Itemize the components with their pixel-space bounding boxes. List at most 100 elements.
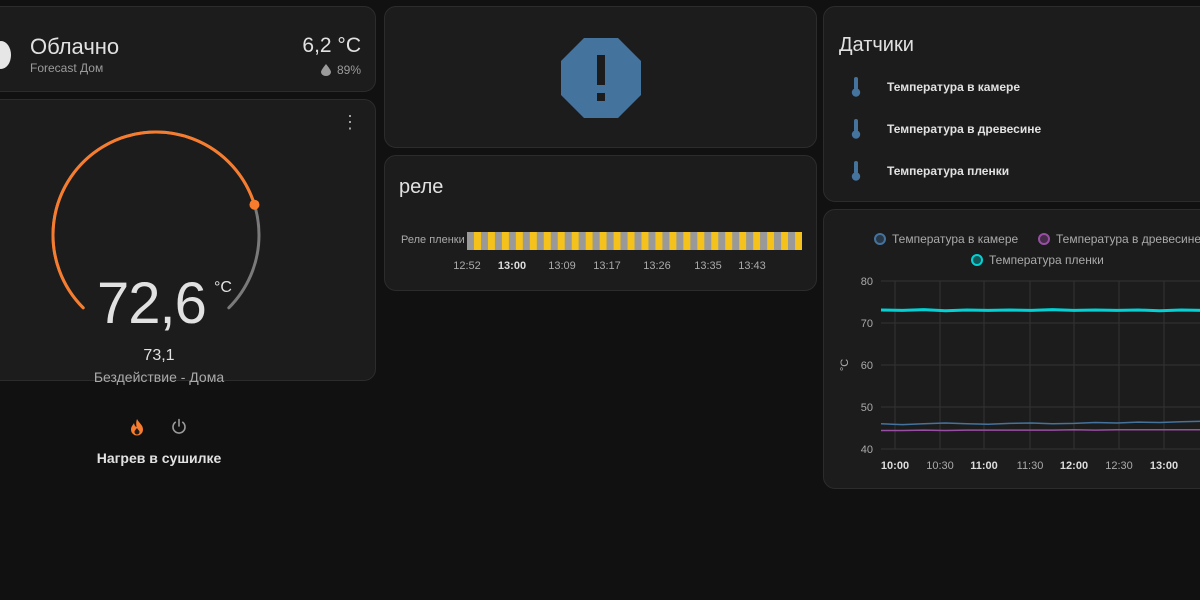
y-tick-label: 40 [861,444,873,456]
thermostat-title: Нагрев в сушилке [96,450,222,466]
thermometer-icon [851,161,861,181]
sensor-label: Температура в камере [887,80,1021,94]
sensors-card: Датчики Температура в камере Температура… [823,6,1200,202]
relay-tick-label: 13:00 [497,260,527,272]
current-temperature: 72,6 [97,271,207,336]
relay-off-segment[interactable] [536,232,545,250]
x-tick-label: 11:00 [970,460,998,472]
alert-card[interactable] [384,6,817,148]
relay-tick-label: 13:17 [593,260,621,272]
relay-card: реле Реле пленки 12:52 13:00 13:09 13:17 13:… [384,155,817,291]
cloudy-moon-icon [0,41,11,69]
relay-off-segment[interactable] [648,232,656,250]
relay-on-segment[interactable] [599,232,607,250]
relay-off-segment[interactable] [788,232,796,250]
relay-on-segment[interactable] [557,232,566,250]
relay-off-segment[interactable] [634,232,642,250]
sensor-row-camera[interactable]: Температура в камере [849,76,1020,98]
relay-on-segment[interactable] [697,232,705,250]
relay-off-segment[interactable] [550,232,559,250]
relay-off-segment[interactable] [704,232,712,250]
more-options-icon[interactable]: ⋮ [341,113,359,131]
hvac-modes [129,418,187,436]
sensor-row-wood[interactable]: Температура в древесине [849,118,1041,140]
gauge-knob[interactable] [249,199,260,210]
relay-off-segment[interactable] [718,232,726,250]
x-tick-label: 10:30 [926,460,954,472]
relay-on-segment[interactable] [501,232,510,250]
relay-on-segment[interactable] [487,232,496,250]
sensor-label: Температура пленки [887,164,1010,178]
relay-off-segment[interactable] [578,232,586,250]
relay-on-segment[interactable] [711,232,719,250]
relay-on-segment[interactable] [543,232,552,250]
relay-off-segment[interactable] [690,232,698,250]
relay-on-segment[interactable] [641,232,649,250]
relay-off-segment[interactable] [732,232,740,250]
relay-off-segment[interactable] [662,232,670,250]
relay-tick-label: 13:09 [548,260,576,272]
relay-on-segment[interactable] [627,232,635,250]
x-tick-label: 12:00 [1060,460,1088,472]
weather-state: Облачно [30,34,120,59]
relay-on-segment[interactable] [655,232,663,250]
relay-on-segment[interactable] [529,232,538,250]
weather-temperature: 6,2 °C [302,34,361,57]
relay-tick-label: 12:52 [453,260,481,272]
relay-off-segment[interactable] [480,232,489,250]
temperature-chart[interactable]: 40 50 60 70 80 10:00 10:30 11:00 11:30 12:00 12:30… [824,210,1200,490]
thermometer-icon [851,119,861,139]
relay-on-segment[interactable] [767,232,775,250]
x-tick-label: 12:30 [1105,460,1133,472]
history-graph-card: Температура в камере Температура в древе… [823,209,1200,489]
fire-icon[interactable] [129,418,145,436]
relay-off-segment[interactable] [620,232,628,250]
relay-on-segment[interactable] [781,232,789,250]
relay-off-segment[interactable] [606,232,614,250]
relay-off-segment[interactable] [467,232,475,250]
relay-off-segment[interactable] [676,232,684,250]
relay-on-segment[interactable] [473,232,482,250]
target-temperature: 73,1 [143,347,175,364]
relay-on-segment[interactable] [795,232,802,250]
relay-on-segment[interactable] [753,232,761,250]
relay-off-segment[interactable] [592,232,600,250]
relay-on-segment[interactable] [669,232,677,250]
relay-timeline[interactable] [467,232,802,250]
sensors-title: Датчики [839,34,914,56]
sensor-label: Температура в древесине [887,122,1042,136]
relay-on-segment[interactable] [739,232,747,250]
relay-tick-label: 13:43 [738,260,766,272]
weather-humidity: 89% [320,63,361,77]
hvac-action: Бездействие - Дома [93,369,225,385]
series-line[interactable] [881,428,1200,432]
alert-octagon-icon [561,38,641,118]
series-line[interactable] [880,308,1200,313]
relay-off-segment[interactable] [564,232,572,250]
water-percent-icon [320,64,331,76]
relay-on-segment[interactable] [571,232,579,250]
relay-on-segment[interactable] [515,232,524,250]
y-tick-label: 70 [861,318,873,330]
weather-card[interactable]: Облачно Forecast Дом 6,2 °C 89% [0,6,376,92]
relay-on-segment[interactable] [613,232,621,250]
humidity-value: 89% [336,63,361,77]
relay-off-segment[interactable] [760,232,768,250]
sensor-row-film[interactable]: Температура пленки [849,160,1009,182]
relay-on-segment[interactable] [725,232,733,250]
relay-on-segment[interactable] [683,232,691,250]
relay-on-segment[interactable] [585,232,593,250]
x-tick-label: 11:30 [1017,460,1044,472]
relay-off-segment[interactable] [522,232,531,250]
weather-name: Forecast Дом [30,61,104,75]
relay-off-segment[interactable] [774,232,782,250]
relay-tick-label: 13:26 [643,260,671,272]
thermometer-icon [851,77,861,97]
y-axis-label: °C [839,359,851,371]
relay-off-segment[interactable] [746,232,754,250]
relay-off-segment[interactable] [508,232,517,250]
x-tick-label: 10:00 [881,460,909,472]
relay-off-segment[interactable] [494,232,503,250]
power-icon[interactable] [171,418,187,436]
series-line[interactable] [880,420,1200,426]
